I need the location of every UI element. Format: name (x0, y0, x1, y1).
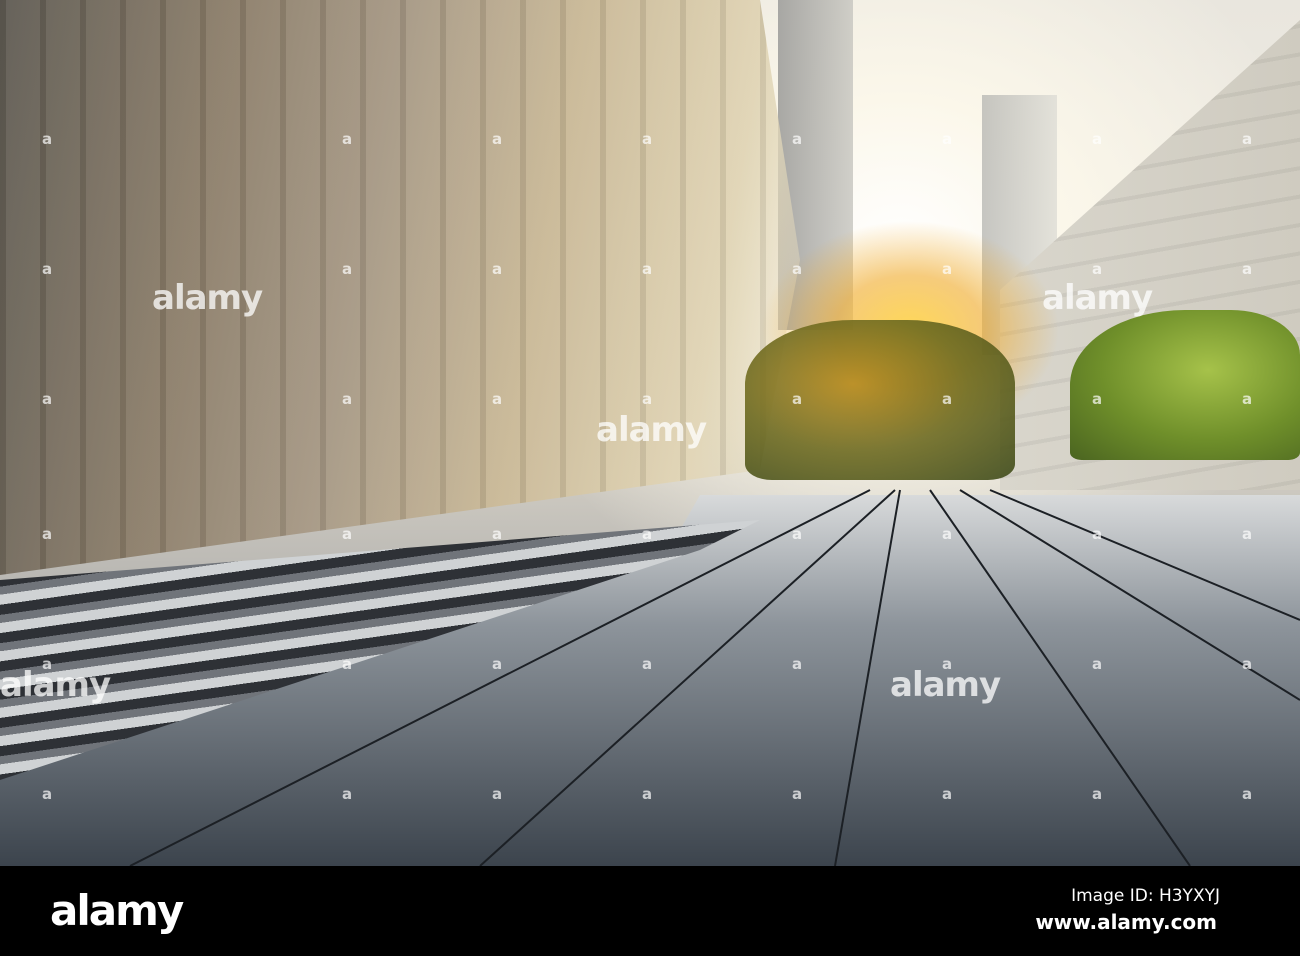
site-url: www.alamy.com (1035, 910, 1217, 934)
watermark: a (942, 525, 953, 543)
watermark: a (942, 785, 953, 803)
watermark: a (1092, 390, 1103, 408)
watermark: a (492, 260, 503, 278)
watermark: a (792, 260, 803, 278)
watermark: a (792, 525, 803, 543)
watermark: a (42, 260, 53, 278)
watermark: a (642, 260, 653, 278)
watermark: alamy (1042, 278, 1153, 318)
watermark: a (1242, 260, 1253, 278)
watermark: a (792, 130, 803, 148)
watermark: alamy (152, 278, 263, 318)
watermark: a (42, 655, 53, 673)
watermark: a (1092, 785, 1103, 803)
watermark: a (642, 785, 653, 803)
footer-bar: alamy Image ID: H3YXYJ www.alamy.com (0, 866, 1300, 956)
watermark: a (642, 390, 653, 408)
watermark: alamy (596, 410, 707, 450)
watermark: a (642, 655, 653, 673)
image-id: Image ID: H3YXYJ (1071, 886, 1220, 906)
watermark: a (492, 655, 503, 673)
watermark: a (1092, 525, 1103, 543)
watermark: alamy (0, 665, 111, 705)
watermark: a (1242, 525, 1253, 543)
watermark: a (1092, 260, 1103, 278)
watermark: a (792, 785, 803, 803)
watermark: a (1092, 130, 1103, 148)
watermark: a (642, 525, 653, 543)
watermark: a (42, 130, 53, 148)
watermark: a (342, 525, 353, 543)
watermark: a (42, 390, 53, 408)
watermark: a (942, 390, 953, 408)
watermark: a (342, 785, 353, 803)
watermark: a (942, 130, 953, 148)
watermark: a (1242, 655, 1253, 673)
watermark: a (792, 655, 803, 673)
watermark: a (42, 785, 53, 803)
watermark: a (942, 260, 953, 278)
watermark: a (1242, 390, 1253, 408)
watermark: a (1092, 655, 1103, 673)
watermark: a (342, 130, 353, 148)
watermark: a (492, 525, 503, 543)
watermark: a (342, 260, 353, 278)
alamy-logo: alamy (50, 886, 184, 935)
watermark: a (342, 390, 353, 408)
watermark: a (942, 655, 953, 673)
watermark: a (1242, 130, 1253, 148)
watermark: a (492, 785, 503, 803)
photo: alamy alamy alamy alamy alamy a a a a a a a a a a a a a a a… (0, 0, 1300, 866)
watermark: a (492, 130, 503, 148)
watermark: a (792, 390, 803, 408)
watermark: a (342, 655, 353, 673)
watermark: a (42, 525, 53, 543)
watermark: a (1242, 785, 1253, 803)
watermark: a (492, 390, 503, 408)
watermark: a (642, 130, 653, 148)
